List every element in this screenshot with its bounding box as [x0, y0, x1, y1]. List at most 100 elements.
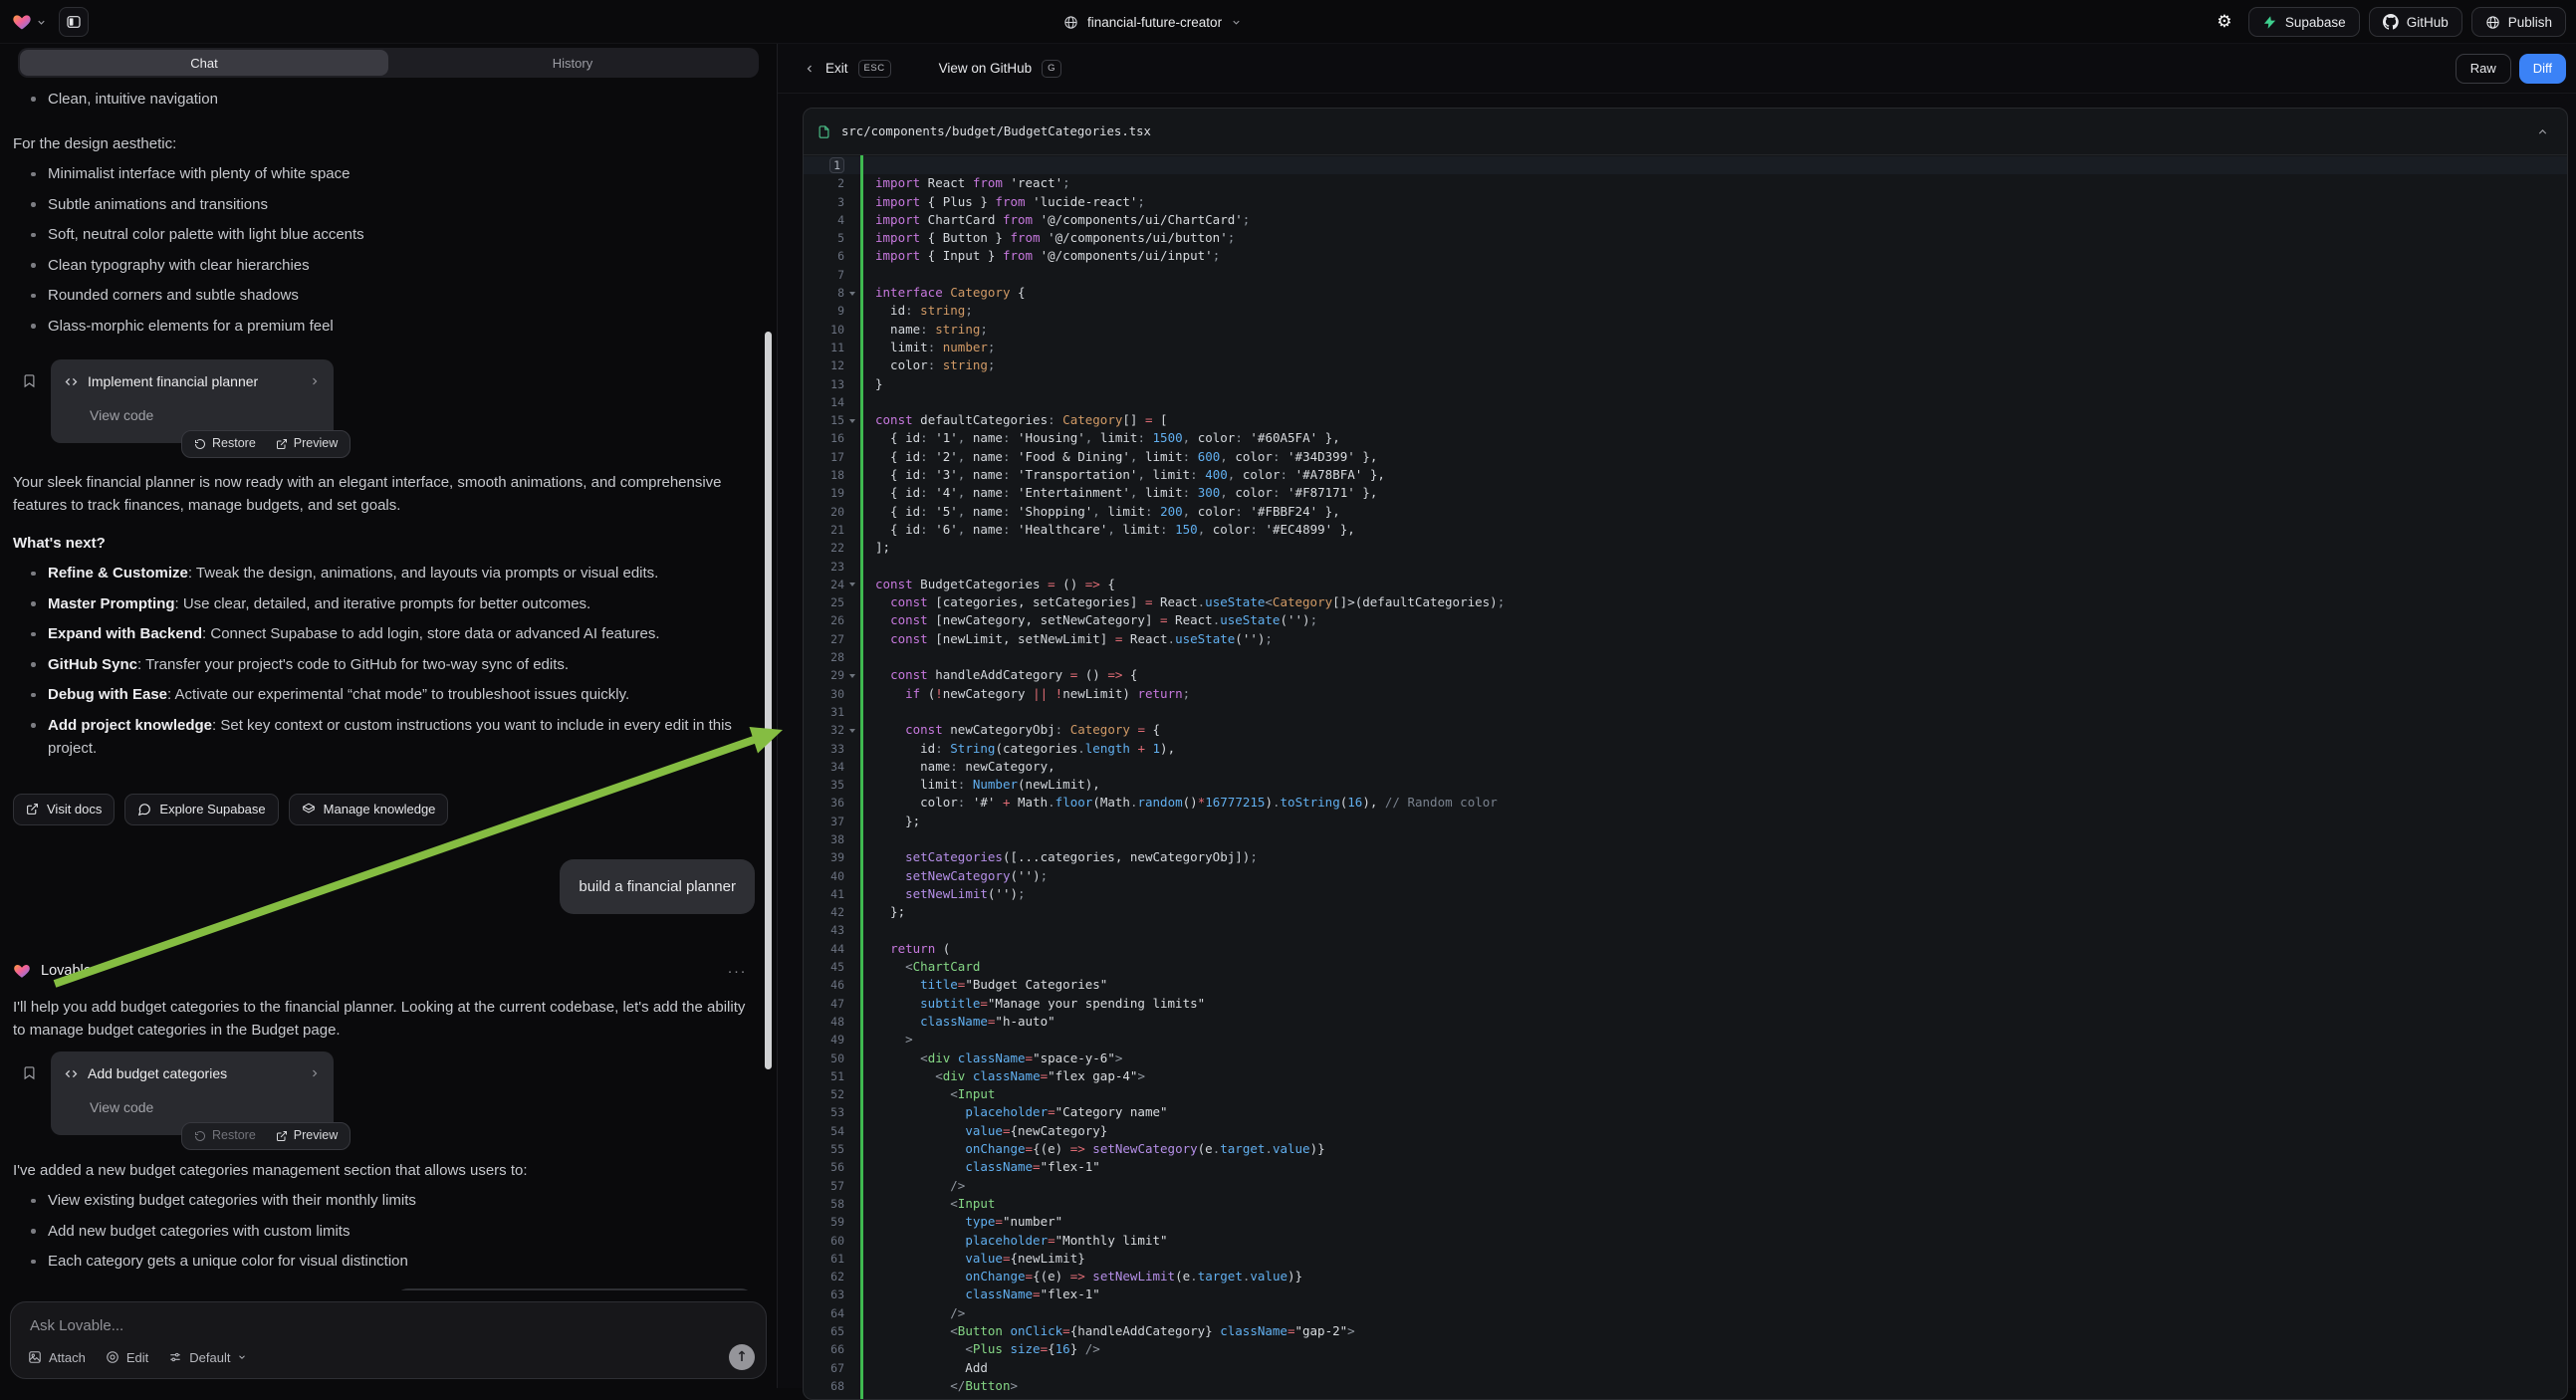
fold-spacer	[844, 356, 860, 374]
chevron-right-icon	[309, 1067, 321, 1079]
message-more-menu[interactable]: ···	[728, 960, 748, 983]
publish-button[interactable]: Publish	[2471, 7, 2566, 37]
lovable-logo-heart-icon[interactable]	[12, 12, 32, 32]
preview-button[interactable]: Preview	[266, 432, 348, 455]
diff-added-bar	[860, 155, 863, 1399]
chat-scrollbar-thumb[interactable]	[765, 332, 772, 1069]
fold-spacer	[844, 1177, 860, 1195]
code-line: 31	[804, 703, 2567, 721]
fold-chevron-icon[interactable]	[844, 721, 860, 739]
project-switcher[interactable]: financial-future-creator	[1063, 0, 1242, 44]
fold-spacer	[844, 174, 860, 192]
view-on-github-button[interactable]: View on GitHub	[939, 61, 1033, 76]
target-icon	[106, 1350, 119, 1364]
added-file-icon	[817, 124, 831, 139]
code-icon	[64, 1066, 79, 1081]
code-line: 45 <ChartCard	[804, 958, 2567, 976]
code-line: 44 return (	[804, 940, 2567, 958]
assistant-name: Lovable	[41, 960, 92, 983]
fold-spacer	[844, 1304, 860, 1322]
suggestion-chip-row: Visit docs Explore Supabase Manage knowl…	[13, 794, 755, 825]
file-header[interactable]: src/components/budget/BudgetCategories.t…	[804, 109, 2567, 155]
code-line: 6import { Input } from '@/components/ui/…	[804, 247, 2567, 265]
chat-input-box[interactable]: Ask Lovable... Attach Edit Default ↑	[10, 1301, 767, 1379]
send-button[interactable]: ↑	[729, 1344, 755, 1370]
fold-chevron-icon[interactable]	[844, 411, 860, 429]
code-line: 4import ChartCard from '@/components/ui/…	[804, 211, 2567, 229]
code-line: 36 color: '#' + Math.floor(Math.random()…	[804, 794, 2567, 812]
fold-spacer	[844, 503, 860, 521]
code-line: 34 name: newCategory,	[804, 758, 2567, 776]
manage-knowledge-button[interactable]: Manage knowledge	[289, 794, 449, 825]
code-line: 35 limit: Number(newLimit),	[804, 776, 2567, 794]
supabase-bolt-icon	[2262, 15, 2277, 30]
esc-key-badge: ESC	[858, 60, 891, 78]
fold-spacer	[844, 1013, 860, 1031]
fold-spacer	[844, 648, 860, 666]
code-line: 1	[804, 156, 2567, 174]
preview-button[interactable]: Preview	[266, 1124, 348, 1147]
fold-spacer	[844, 193, 860, 211]
fold-spacer	[844, 1067, 860, 1085]
code-line: 9 id: string;	[804, 302, 2567, 320]
version-card-implement-financial-planner[interactable]: Implement financial planner View code Re…	[51, 359, 334, 443]
code-line: 27 const [newLimit, setNewLimit] = React…	[804, 630, 2567, 648]
intro-bullet-list: Clean, intuitive navigation	[13, 88, 755, 111]
code-lines[interactable]: 12import React from 'react';3import { Pl…	[804, 155, 2567, 1399]
knowledge-box-icon	[302, 803, 316, 817]
tab-chat[interactable]: Chat	[20, 50, 388, 76]
code-line: 38	[804, 830, 2567, 848]
restore-button[interactable]: Restore	[184, 1124, 266, 1147]
fold-chevron-icon[interactable]	[844, 284, 860, 302]
project-globe-icon	[1063, 15, 1078, 30]
fold-spacer	[844, 611, 860, 629]
sliders-icon	[168, 1350, 182, 1364]
tab-history[interactable]: History	[388, 50, 757, 76]
bookmark-icon[interactable]	[13, 1051, 51, 1135]
view-code-link[interactable]: View code	[90, 404, 321, 427]
fold-chevron-icon[interactable]	[844, 666, 860, 684]
list-item: Subtle animations and transitions	[48, 193, 755, 216]
code-line: 19 { id: '4', name: 'Entertainment', lim…	[804, 484, 2567, 502]
chat-scroll-area[interactable]: Clean, intuitive navigation For the desi…	[0, 80, 777, 1290]
fold-spacer	[844, 321, 860, 339]
code-line: 30 if (!newCategory || !newLimit) return…	[804, 685, 2567, 703]
visit-docs-button[interactable]: Visit docs	[13, 794, 115, 825]
version-card-add-budget-categories[interactable]: Add budget categories View code Restore …	[51, 1051, 334, 1135]
edit-mode-button[interactable]: Edit	[106, 1350, 148, 1365]
code-line: 58 <Input	[804, 1195, 2567, 1213]
explore-supabase-button[interactable]: Explore Supabase	[124, 794, 278, 825]
design-heading: For the design aesthetic:	[13, 132, 755, 155]
code-line: 57 />	[804, 1177, 2567, 1195]
collapse-chevron-icon[interactable]	[2536, 125, 2549, 138]
restore-button[interactable]: Restore	[184, 432, 266, 455]
fold-chevron-icon[interactable]	[844, 576, 860, 593]
sidebar-toggle-button[interactable]	[59, 7, 89, 37]
restore-preview-pill: Restore Preview	[181, 430, 351, 458]
fold-spacer	[844, 484, 860, 502]
fold-spacer	[844, 229, 860, 247]
fold-spacer	[844, 848, 860, 866]
model-default-dropdown[interactable]: Default	[168, 1350, 247, 1365]
code-line: 48 className="h-auto"	[804, 1013, 2567, 1031]
fold-spacer	[844, 1140, 860, 1158]
project-chevron-down-icon	[1231, 17, 1242, 28]
raw-toggle-button[interactable]: Raw	[2456, 54, 2511, 84]
exit-button[interactable]: Exit	[825, 61, 848, 76]
logo-chevron-down-icon[interactable]	[36, 17, 47, 28]
diff-toggle-button[interactable]: Diff	[2519, 54, 2566, 84]
chat-input-placeholder: Ask Lovable...	[11, 1302, 766, 1334]
supabase-button[interactable]: Supabase	[2248, 7, 2360, 37]
code-line: 67 Add	[804, 1359, 2567, 1377]
github-button[interactable]: GitHub	[2369, 7, 2462, 37]
fold-spacer	[844, 339, 860, 356]
fold-spacer	[844, 813, 860, 830]
code-line: 22];	[804, 539, 2567, 557]
next-steps-list: Refine & Customize: Tweak the design, an…	[13, 562, 755, 760]
settings-gear-button[interactable]: ⚙	[2210, 7, 2239, 37]
view-code-link[interactable]: View code	[90, 1096, 321, 1119]
code-line: 54 value={newCategory}	[804, 1122, 2567, 1140]
fold-spacer	[844, 593, 860, 611]
bookmark-icon[interactable]	[13, 359, 51, 443]
attach-button[interactable]: Attach	[28, 1350, 86, 1365]
